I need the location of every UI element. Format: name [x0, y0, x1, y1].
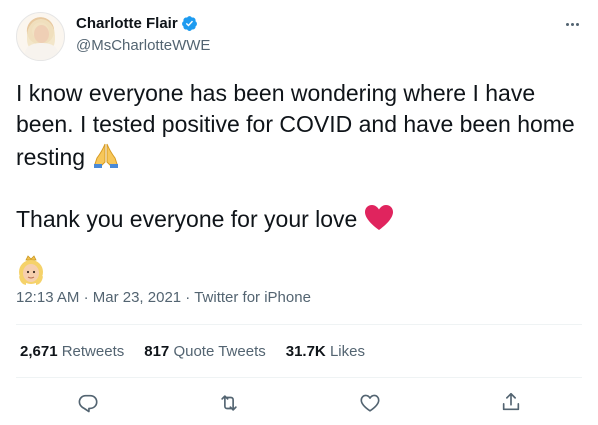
retweet-icon[interactable]: [218, 392, 240, 414]
verified-badge-icon: [181, 16, 197, 31]
meta-separator: ·: [83, 289, 89, 306]
author-name-row[interactable]: Charlotte Flair: [76, 15, 198, 32]
princess-emoji-icon: [16, 254, 46, 294]
tweet-time[interactable]: 12:13 AM: [16, 289, 79, 306]
tweet-text: I know everyone has been wondering where…: [16, 78, 582, 294]
likes-stat[interactable]: 31.7K Likes: [286, 343, 365, 360]
tweet-actions: [0, 389, 598, 417]
like-icon[interactable]: [359, 392, 381, 414]
retweets-stat[interactable]: 2,671 Retweets: [20, 343, 124, 360]
avatar-face: [34, 25, 49, 43]
divider: [16, 377, 582, 378]
pray-emoji-icon-graphic: [94, 143, 119, 168]
heart-emoji-icon-graphic: [364, 205, 393, 230]
tweet-text-line: I know everyone has been wondering where…: [16, 80, 536, 106]
quote-tweets-count: 817: [144, 343, 170, 360]
author-handle[interactable]: @MsCharlotteWWE: [76, 37, 210, 54]
retweets-label: Retweets: [61, 343, 125, 360]
princess-emoji-icon-graphic: [19, 255, 43, 285]
more-dot: [570, 22, 574, 26]
more-icon[interactable]: [562, 14, 582, 34]
tweet-text-line: resting: [16, 144, 86, 170]
tweet-text-line: Thank you everyone for your love: [16, 206, 358, 232]
heart-emoji-icon: [364, 204, 394, 240]
display-name[interactable]: Charlotte Flair: [76, 15, 178, 32]
quote-tweets-stat[interactable]: 817 Quote Tweets: [144, 343, 265, 360]
tweet-text-line: been. I tested positive for COVID and ha…: [16, 111, 575, 137]
pray-emoji-icon: [91, 140, 121, 178]
meta-separator: ·: [185, 289, 191, 306]
more-dot: [565, 22, 569, 26]
likes-count: 31.7K: [285, 343, 326, 360]
retweets-count: 2,671: [20, 343, 58, 360]
divider: [16, 324, 582, 325]
tweet-card: Charlotte Flair @MsCharlotteWWE I know e…: [0, 0, 598, 425]
likes-label: Likes: [329, 343, 365, 360]
reply-icon[interactable]: [77, 392, 99, 414]
tweet-date[interactable]: Mar 23, 2021: [93, 289, 181, 306]
quote-tweets-label: Quote Tweets: [173, 343, 266, 360]
avatar[interactable]: [16, 12, 65, 61]
more-dot: [575, 22, 579, 26]
tweet-meta: 12:13 AM · Mar 23, 2021 · Twitter for iP…: [16, 289, 311, 306]
tweet-stats: 2,671 Retweets 817 Quote Tweets 31.7K Li…: [20, 343, 385, 360]
tweet-text-line-with-emoji: resting: [16, 140, 582, 178]
tweet-text-line-with-emoji: [16, 254, 582, 294]
share-icon[interactable]: [500, 391, 522, 413]
tweet-text-line-with-emoji: Thank you everyone for your love: [16, 204, 582, 240]
tweet-source[interactable]: Twitter for iPhone: [194, 289, 311, 306]
avatar-body: [25, 43, 58, 60]
